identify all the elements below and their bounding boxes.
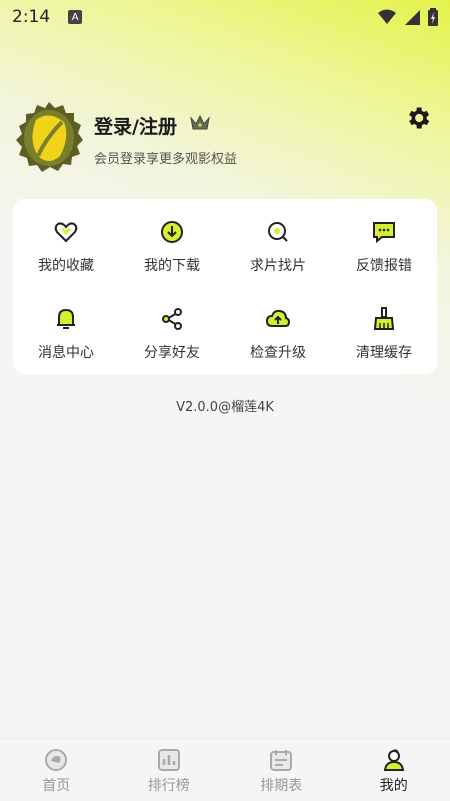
menu-item-check-update[interactable]: 检查升级 (225, 286, 331, 374)
profile-icon (383, 749, 404, 771)
login-register-link[interactable]: 登录/注册 (94, 112, 177, 139)
crown-icon (190, 114, 210, 130)
menu-item-favorites[interactable]: 我的收藏 (13, 199, 119, 286)
menu-label: 我的收藏 (38, 258, 94, 274)
nav-item-ranking[interactable]: 排行榜 (113, 739, 226, 801)
menu-item-messages[interactable]: 消息中心 (13, 286, 119, 374)
status-bar: 2:14 A (0, 0, 450, 34)
menu-label: 我的下载 (144, 258, 200, 274)
version-text: V2.0.0@榴莲4K (176, 400, 274, 415)
login-subtitle: 会员登录享更多观影权益 (94, 152, 238, 167)
bell-icon (57, 308, 75, 329)
nav-label: 排行榜 (147, 778, 190, 794)
share-icon (162, 308, 182, 330)
nav-item-schedule[interactable]: 排期表 (225, 739, 338, 801)
menu-item-request-film[interactable]: 求片找片 (225, 199, 331, 286)
bottom-nav: 首页 排行榜 排期表 我的 (0, 738, 450, 801)
avatar[interactable] (14, 100, 84, 176)
menu-label: 清理缓存 (356, 345, 412, 361)
wifi-icon (378, 9, 396, 24)
menu-item-clear-cache[interactable]: 清理缓存 (331, 286, 437, 374)
nav-item-mine[interactable]: 我的 (338, 739, 450, 801)
ranking-icon (157, 749, 180, 771)
menu-item-feedback[interactable]: 反馈报错 (331, 199, 437, 286)
menu-label: 消息中心 (38, 345, 94, 361)
menu-item-share[interactable]: 分享好友 (119, 286, 225, 374)
menu-label: 求片找片 (250, 258, 306, 274)
nav-label: 我的 (379, 778, 408, 794)
nav-label: 排期表 (260, 778, 303, 794)
menu-label: 反馈报错 (356, 258, 412, 274)
gear-icon[interactable] (404, 104, 432, 132)
upgrade-icon (265, 309, 291, 327)
menu-label: 检查升级 (250, 345, 306, 361)
nav-item-home[interactable]: 首页 (0, 739, 113, 801)
status-time: 2:14 (12, 7, 51, 27)
calendar-icon (270, 750, 293, 771)
menu-item-downloads[interactable]: 我的下载 (119, 199, 225, 286)
heart-icon (54, 222, 78, 243)
broom-icon (373, 307, 395, 330)
home-icon (45, 749, 68, 771)
nav-label: 首页 (42, 778, 71, 794)
feedback-icon (373, 222, 395, 244)
battery-icon (428, 8, 438, 26)
search-film-icon (268, 222, 288, 242)
menu-card: 我的收藏 我的下载 求片找片 反馈报错 消息中心 分享好友 检查升级 清理缓存 (13, 199, 437, 374)
menu-label: 分享好友 (144, 345, 200, 361)
durian-logo-icon (16, 102, 83, 172)
notification-icon: A (68, 10, 83, 24)
signal-icon (405, 10, 420, 25)
download-icon (161, 221, 183, 243)
status-icons (378, 8, 438, 26)
